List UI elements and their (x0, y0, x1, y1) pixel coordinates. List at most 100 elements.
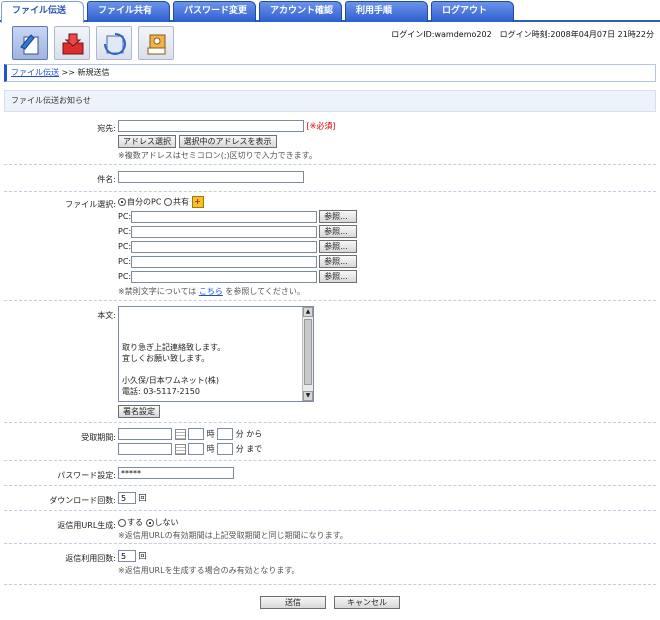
file-input-2[interactable] (131, 225, 318, 238)
start-date-input[interactable] (118, 428, 172, 440)
start-minute-input[interactable] (217, 428, 234, 440)
file-input-1[interactable] (131, 210, 318, 223)
subject-input[interactable] (118, 171, 304, 183)
return-count-label: 返信利用回数: (65, 554, 116, 563)
body-line (122, 320, 299, 331)
shared-label: 共有 (172, 197, 189, 207)
file-note: ※禁則文字については こちら を参照してください。 (118, 286, 305, 297)
toolbar: ログインID:wamdemo202 ログイン時刻:2008年04月07日 21時… (0, 24, 660, 62)
file-row: PC: 参照... (118, 255, 358, 268)
body-line: 取り急ぎ上記連絡致します。 (122, 343, 226, 352)
body-textarea[interactable]: 取り急ぎ上記連絡致します。 宜しくお願い致します。 小久保/日本ワムネット(株)… (118, 306, 314, 402)
file-row: PC: 参照... (118, 270, 358, 283)
radio-shared[interactable] (163, 198, 172, 206)
to-label: 分 まで (235, 444, 263, 454)
return-url-note: ※返信用URLの有効期間は上記受取期間と同じ期間になります。 (118, 531, 348, 540)
return-url-yes-label: する (127, 518, 143, 527)
browse-button-4[interactable]: 参照... (319, 255, 358, 268)
body-line (122, 331, 299, 342)
cancel-button[interactable]: キャンセル (334, 596, 400, 609)
inbox-download-button[interactable] (54, 26, 90, 60)
period-label: 受取期間: (81, 433, 116, 442)
return-count-unit: 回 (138, 551, 147, 561)
scroll-up-arrow-icon[interactable]: ▲ (303, 307, 313, 317)
file-input-5[interactable] (131, 270, 318, 283)
history-button[interactable] (96, 26, 132, 60)
breadcrumb-current: 新規送信 (77, 68, 110, 77)
from-label: 分 から (235, 429, 263, 439)
tab-logout[interactable]: ログアウト (431, 1, 514, 22)
subject-label: 件名: (97, 175, 116, 184)
tab-file-transfer[interactable]: ファイル伝送 (1, 1, 84, 23)
forbidden-chars-link[interactable]: こちら (199, 287, 223, 296)
body-line (122, 309, 299, 320)
browse-button-2[interactable]: 参照... (319, 225, 358, 238)
file-row: PC: 参照... (118, 240, 358, 253)
browse-button-3[interactable]: 参照... (319, 240, 358, 253)
breadcrumb-separator: >> (61, 68, 75, 77)
radio-own-pc[interactable] (118, 198, 126, 206)
tab-password-change[interactable]: パスワード変更 (173, 1, 256, 22)
end-date-input[interactable] (118, 443, 172, 455)
end-hour-input[interactable] (188, 443, 205, 455)
end-minute-input[interactable] (217, 443, 234, 455)
body-row: 本文: 取り急ぎ上記連絡致します。 宜しくお願い致します。 小久保/日本ワムネッ… (4, 302, 656, 423)
return-url-row: 返信用URL生成: する しない ※返信用URLの有効期間は上記受取期間と同じ期… (4, 512, 656, 544)
file-note-text: ※禁則文字については (118, 287, 197, 296)
breadcrumb-link-file-transfer[interactable]: ファイル伝送 (11, 68, 59, 77)
body-line: 電話: 03-5117-2150 (122, 387, 200, 396)
file-input-3[interactable] (131, 240, 318, 253)
scroll-thumb[interactable] (304, 319, 312, 385)
browse-button-5[interactable]: 参照... (319, 270, 358, 283)
tab-usage-guide[interactable]: 利用手順 (345, 1, 428, 22)
breadcrumb: ファイル伝送 >> 新規送信 (4, 64, 656, 82)
add-file-icon[interactable]: + (191, 196, 204, 208)
download-count-row: ダウンロード回数: 回 (4, 487, 656, 511)
radio-return-url-no[interactable] (145, 518, 154, 527)
subject-row: 件名: (4, 166, 656, 192)
start-hour-input[interactable] (188, 428, 205, 440)
inbox-download-icon (62, 33, 84, 55)
signature-settings-button[interactable]: 署名設定 (118, 405, 160, 418)
pc-prefix: PC: (118, 242, 132, 251)
pc-prefix: PC: (118, 212, 132, 221)
password-row: パスワード設定: (4, 462, 656, 486)
tab-bar: ファイル伝送 ファイル共有 パスワード変更 アカウント確認 利用手順 ログアウト (0, 0, 660, 23)
tab-account[interactable]: アカウント確認 (259, 1, 342, 22)
address-select-button[interactable]: アドレス選択 (118, 135, 176, 148)
pc-prefix: PC: (118, 272, 132, 281)
download-count-input[interactable] (118, 492, 136, 504)
address-book-button[interactable] (138, 26, 174, 60)
calendar-icon[interactable] (174, 443, 186, 455)
radio-return-url-yes[interactable] (118, 518, 126, 527)
body-scrollbar[interactable]: ▲ ▼ (302, 307, 313, 401)
calendar-icon[interactable] (174, 428, 186, 440)
send-file-button[interactable] (12, 26, 48, 60)
scroll-down-arrow-icon[interactable]: ▼ (303, 391, 313, 401)
browse-button-1[interactable]: 参照... (319, 210, 358, 223)
send-button[interactable]: 送信 (260, 596, 326, 609)
return-count-input[interactable] (118, 550, 136, 562)
show-selected-addresses-button[interactable]: 選択中のアドレスを表示 (178, 135, 277, 148)
password-label: パスワード設定: (57, 471, 116, 480)
file-row: PC: 参照... (118, 225, 358, 238)
file-row: PC: 参照... (118, 210, 358, 223)
send-file-icon (20, 34, 39, 55)
recipient-note: ※複数アドレスはセミコロン(;)区切りで入力できます。 (118, 151, 317, 160)
download-count-label: ダウンロード回数: (49, 496, 116, 505)
download-count-unit: 回 (138, 493, 147, 503)
pc-prefix: PC: (118, 257, 132, 266)
hour-label: 時 (206, 429, 215, 439)
period-row: 受取期間: 時 分 から 時 分 まで (4, 424, 656, 461)
recipient-input[interactable] (118, 120, 304, 132)
file-input-4[interactable] (131, 255, 318, 268)
history-icon (104, 33, 126, 55)
action-bar: 送信 キャンセル (0, 590, 660, 620)
notice-bar: ファイル伝送お知らせ (4, 90, 656, 112)
tab-file-share[interactable]: ファイル共有 (87, 1, 170, 22)
recipient-label: 宛先: (97, 124, 116, 133)
body-line: 宜しくお願い致します。 (122, 354, 210, 363)
address-book-icon (147, 34, 166, 55)
body-line: 小久保/日本ワムネット(株) (122, 376, 219, 385)
password-input[interactable] (118, 467, 234, 479)
